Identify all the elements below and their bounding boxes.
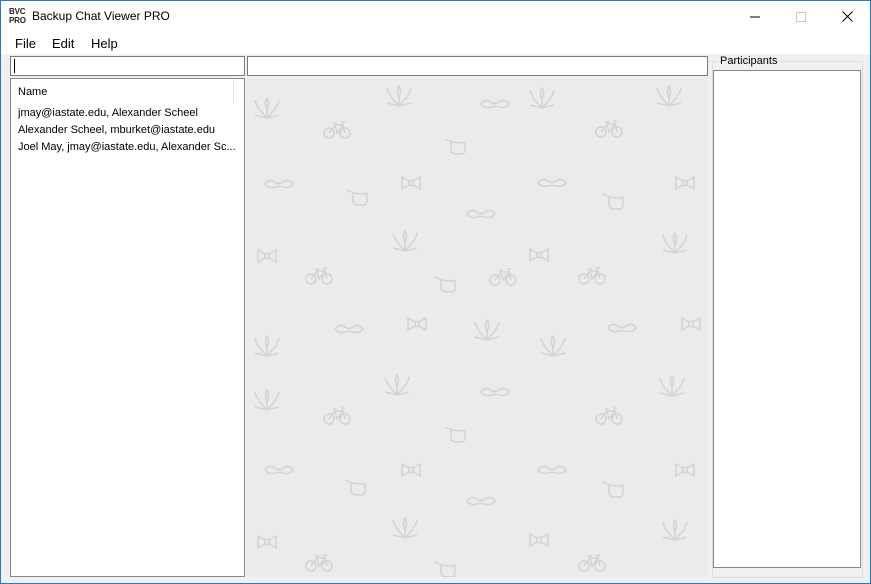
list-item[interactable]: Joel May, jmay@iastate.edu, Alexander Sc… — [18, 141, 236, 153]
minimize-button[interactable] — [732, 1, 778, 32]
list-item[interactable]: jmay@iastate.edu, Alexander Scheel — [18, 107, 236, 119]
menu-edit[interactable]: Edit — [52, 36, 74, 51]
participants-list[interactable] — [713, 70, 861, 568]
chat-list[interactable]: Name jmay@iastate.edu, Alexander Scheel … — [10, 78, 245, 577]
chat-background-pattern — [254, 85, 701, 578]
chat-view[interactable] — [247, 78, 708, 578]
search-input[interactable] — [10, 56, 245, 76]
participants-label: Participants — [717, 55, 781, 67]
text-caret — [14, 59, 15, 73]
maximize-button[interactable] — [778, 1, 824, 32]
window-title: Backup Chat Viewer PRO — [32, 9, 170, 23]
app-logo: BVC PRO — [9, 7, 26, 25]
menu-bar: File Edit Help — [1, 32, 870, 54]
title-bar[interactable]: BVC PRO Backup Chat Viewer PRO — [1, 1, 870, 32]
close-button[interactable] — [824, 1, 870, 32]
column-header-name[interactable]: Name — [11, 79, 234, 103]
close-icon — [841, 11, 853, 22]
list-item[interactable]: Alexander Scheel, mburket@iastate.edu — [18, 124, 236, 136]
maximize-icon — [796, 11, 806, 22]
menu-help[interactable]: Help — [91, 36, 118, 51]
minimize-icon — [750, 16, 760, 17]
message-input[interactable] — [247, 56, 708, 76]
menu-file[interactable]: File — [15, 36, 36, 51]
app-window: BVC PRO Backup Chat Viewer PRO File Edit… — [0, 0, 871, 584]
